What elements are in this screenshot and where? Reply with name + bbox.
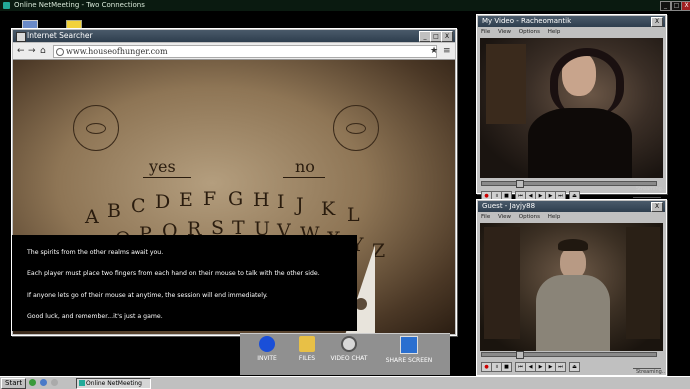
- menu-help[interactable]: Help: [548, 29, 561, 35]
- browser-title: Internet Searcher: [27, 31, 93, 40]
- left-eye-emblem: [73, 105, 119, 151]
- home-icon[interactable]: ⌂: [40, 45, 46, 57]
- invite-icon: [259, 336, 275, 352]
- meeting-dock: INVITE FILES VIDEO CHAT SHARE SCREEN: [240, 333, 450, 375]
- volume-slider[interactable]: [633, 191, 661, 198]
- browser-nav-bar: ← → ⌂ www.houseofhunger.com ★ ≡: [13, 43, 455, 60]
- bookshelf: [626, 227, 660, 339]
- url-text: www.houseofhunger.com: [66, 47, 168, 56]
- menu-view[interactable]: View: [498, 214, 511, 220]
- volume-slider[interactable]: [633, 362, 661, 369]
- letter-c: C: [131, 195, 146, 217]
- letter-g: G: [228, 188, 244, 210]
- board-yes: yes: [149, 157, 176, 176]
- webcam-icon: [341, 336, 357, 352]
- netmeeting-icon: [79, 380, 85, 386]
- person-hair: [558, 239, 588, 251]
- message-line: The spirits from the other realms await …: [27, 249, 164, 256]
- right-eye-emblem: [333, 105, 379, 151]
- quicklaunch-icon[interactable]: [51, 379, 58, 386]
- quicklaunch-icon[interactable]: [29, 379, 36, 386]
- person-hair: [550, 48, 624, 116]
- my-video-feed: [480, 38, 663, 178]
- back-icon[interactable]: ←: [17, 45, 25, 57]
- app-title: Online NetMeeting - Two Connections: [14, 1, 145, 9]
- message-box: The spirits from the other realms await …: [12, 235, 357, 331]
- seek-knob[interactable]: [516, 351, 524, 359]
- browser-icon: [16, 32, 26, 42]
- person-body: [536, 275, 610, 351]
- invite-button[interactable]: INVITE: [256, 336, 278, 362]
- letter-i: I: [277, 191, 285, 213]
- minimize-button[interactable]: _: [660, 1, 671, 11]
- video-seek-bar[interactable]: [481, 351, 657, 359]
- invite-label: INVITE: [257, 355, 277, 362]
- video-chat-button[interactable]: VIDEO CHAT: [328, 336, 370, 362]
- menu-file[interactable]: File: [481, 214, 490, 220]
- menu-options[interactable]: Options: [519, 214, 540, 220]
- app-icon: [3, 2, 10, 9]
- guest-video-feed: [480, 223, 663, 351]
- my-video-window: My Video - Racheomantik X File View Opti…: [476, 14, 667, 201]
- video-title: Guest - Jayjy88: [482, 202, 536, 210]
- menu-help[interactable]: Help: [548, 214, 561, 220]
- letter-b: B: [107, 200, 121, 222]
- forward-icon[interactable]: →: [28, 45, 36, 57]
- letter-a: A: [85, 206, 99, 228]
- close-button[interactable]: X: [681, 1, 690, 11]
- menu-view[interactable]: View: [498, 29, 511, 35]
- message-line: Each player must place two fingers from …: [27, 270, 320, 277]
- video-chat-label: VIDEO CHAT: [330, 355, 368, 362]
- message-line: Good luck, and remember...it's just a ga…: [27, 313, 163, 320]
- message-line: If anyone lets go of their mouse at anyt…: [27, 292, 268, 299]
- share-screen-label: SHARE SCREEN: [385, 357, 433, 364]
- video-title: My Video - Racheomantik: [482, 17, 572, 25]
- share-screen-button[interactable]: SHARE SCREEN: [381, 336, 437, 364]
- video-title-bar[interactable]: Guest - Jayjy88 X: [478, 201, 665, 212]
- bookshelf: [486, 44, 526, 124]
- app-title-bar: Online NetMeeting - Two Connections _ □ …: [0, 0, 690, 11]
- taskbar-button-netmeeting[interactable]: Online NetMeeting: [76, 378, 151, 389]
- site-info-icon[interactable]: [56, 48, 64, 56]
- letter-e: E: [179, 189, 193, 211]
- quicklaunch-icon[interactable]: [40, 379, 47, 386]
- person-body: [528, 108, 632, 178]
- letter-f: F: [203, 188, 217, 210]
- address-bar[interactable]: www.houseofhunger.com: [53, 45, 437, 58]
- board-no: no: [295, 157, 315, 176]
- video-status: Streaming..: [635, 186, 665, 192]
- video-close-button[interactable]: X: [651, 17, 663, 27]
- files-label: FILES: [298, 355, 316, 362]
- no-underline: [283, 177, 325, 178]
- video-menu-bar: File View Options Help: [478, 213, 665, 222]
- monitor-icon: [400, 336, 418, 354]
- browser-close-button[interactable]: X: [441, 31, 453, 42]
- start-button[interactable]: Start: [1, 378, 27, 389]
- menu-icon[interactable]: ≡: [443, 45, 451, 57]
- video-menu-bar: File View Options Help: [478, 28, 665, 37]
- letter-k: K: [321, 198, 336, 220]
- yes-underline: [143, 177, 191, 178]
- video-close-button[interactable]: X: [651, 202, 663, 212]
- video-title-bar[interactable]: My Video - Racheomantik X: [478, 16, 665, 27]
- browser-title-bar[interactable]: Internet Searcher _ □ X: [13, 30, 455, 42]
- bookmark-star-icon[interactable]: ★: [430, 45, 438, 57]
- menu-options[interactable]: Options: [519, 29, 540, 35]
- bookshelf: [484, 227, 520, 339]
- menu-file[interactable]: File: [481, 29, 490, 35]
- letter-h: H: [253, 189, 270, 211]
- letter-l: L: [347, 204, 360, 226]
- guest-video-window: Guest - Jayjy88 X File View Options Help…: [476, 199, 667, 376]
- taskbar: Start Online NetMeeting: [0, 376, 690, 389]
- folder-icon: [299, 336, 315, 352]
- video-status: Streaming..: [635, 369, 665, 375]
- letter-j: J: [296, 194, 304, 216]
- letter-d: D: [155, 191, 171, 213]
- files-button[interactable]: FILES: [295, 336, 319, 362]
